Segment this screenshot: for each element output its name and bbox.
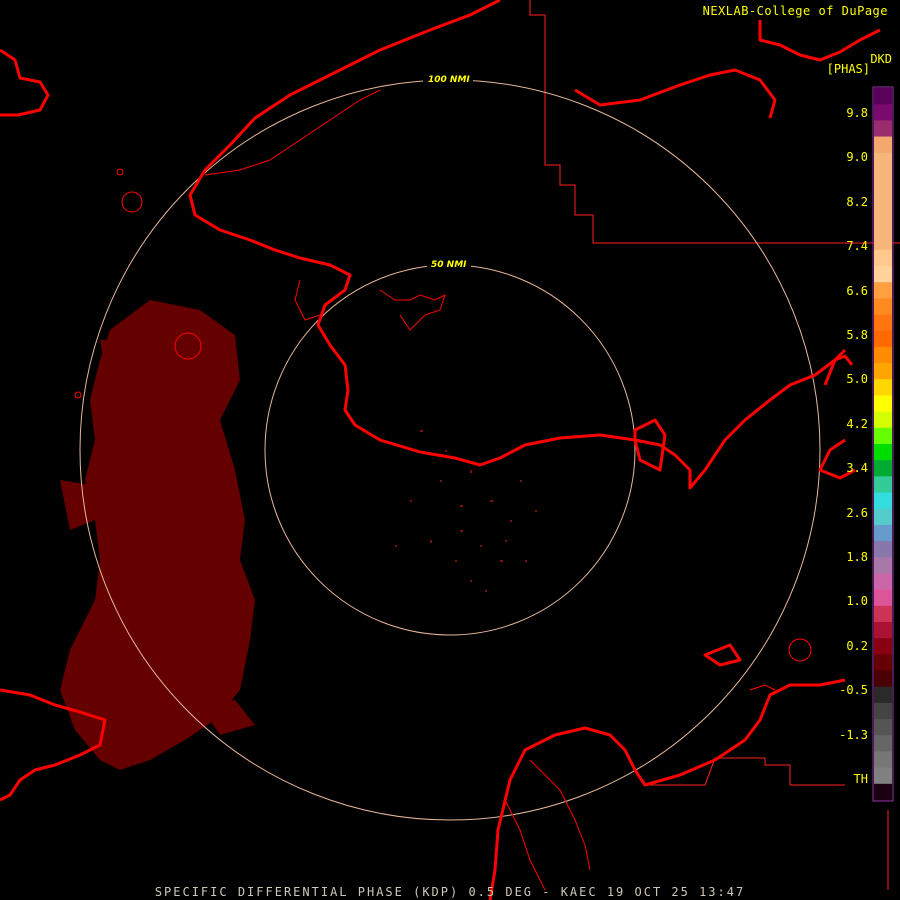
color-bar-segment	[874, 476, 892, 494]
color-bar	[874, 88, 892, 801]
color-bar-segment	[874, 444, 892, 461]
color-bar-tick-label: TH	[853, 772, 868, 786]
color-bar-segment	[874, 168, 892, 186]
color-bar-segment	[874, 492, 892, 510]
color-bar-segment	[874, 217, 892, 235]
color-bar-segment	[874, 249, 892, 267]
color-bar-segment	[874, 185, 892, 202]
color-bar-segment	[874, 573, 892, 591]
color-bar-segment	[874, 508, 892, 526]
color-bar-tick-label: 7.4	[846, 239, 868, 254]
color-bar-segment	[874, 589, 892, 607]
color-bar-segment	[874, 282, 892, 299]
color-bar-tick-label: 3.4	[846, 461, 868, 476]
range-ring-100-label: 100 NMI	[428, 75, 470, 85]
color-bar-segment	[874, 298, 892, 316]
credit-label: NEXLAB-College of DuPage	[702, 4, 888, 18]
color-bar-segment	[874, 266, 892, 283]
color-bar-segment	[874, 104, 892, 121]
color-bar-segment	[874, 670, 892, 688]
color-bar-tick-label: 8.2	[846, 194, 868, 209]
color-bar-segment	[874, 751, 892, 769]
color-bar-tick-label: 5.0	[846, 372, 868, 387]
color-bar-segment	[874, 363, 892, 380]
color-bar-segment	[874, 395, 892, 413]
color-bar-tick-label: 0.2	[846, 638, 868, 653]
color-bar-tick-label: 1.8	[846, 550, 868, 564]
color-bar-segment	[874, 88, 892, 105]
color-bar-segment	[874, 152, 892, 170]
color-bar-tick-label: 4.2	[846, 416, 868, 431]
color-bar-tick-label: 9.0	[846, 150, 868, 165]
color-bar-segment	[874, 120, 892, 138]
color-bar-tick-label: 1.0	[846, 594, 868, 609]
color-bar-segment	[874, 330, 892, 348]
color-bar-segment	[874, 686, 892, 704]
color-bar-tick-label: 2.6	[846, 505, 868, 520]
color-bar-segment	[874, 557, 892, 574]
color-bar-segment	[874, 541, 892, 558]
range-ring-50-label: 50 NMI	[431, 260, 467, 270]
color-bar-segment	[874, 702, 892, 720]
color-bar-segment	[874, 524, 892, 542]
color-bar-segment	[874, 411, 892, 429]
product-code: DKD	[870, 52, 892, 66]
footer-title: SPECIFIC DIFFERENTIAL PHASE (KDP) 0.5 DE…	[154, 885, 746, 899]
color-bar-tick-label: -0.5	[839, 683, 868, 698]
color-bar-segment	[874, 460, 892, 477]
color-bar-segment	[874, 622, 892, 639]
color-bar-tick-label: 9.8	[846, 106, 868, 120]
color-bar-tick-label: 5.8	[846, 328, 868, 342]
color-bar-segment	[874, 233, 892, 251]
units-label: [PHAS]	[826, 62, 870, 76]
color-bar-segment	[874, 605, 892, 623]
color-bar-segment	[874, 783, 892, 801]
color-bar-segment	[874, 379, 892, 396]
color-bar-tick-label: 6.6	[846, 283, 868, 298]
color-bar-segment	[874, 346, 892, 364]
color-bar-segment	[874, 314, 892, 332]
color-bar-segment	[874, 201, 892, 218]
color-bar-segment	[874, 767, 892, 785]
color-bar-segment	[874, 427, 892, 445]
color-bar-segment	[874, 136, 892, 154]
color-bar-segment	[874, 638, 892, 655]
color-bar-segment	[874, 654, 892, 672]
color-bar-tick-label: -1.3	[839, 727, 868, 742]
color-bar-segment	[874, 735, 892, 752]
radar-map: 100 NMI 50 NMI	[0, 0, 900, 900]
color-bar-segment	[874, 719, 892, 736]
